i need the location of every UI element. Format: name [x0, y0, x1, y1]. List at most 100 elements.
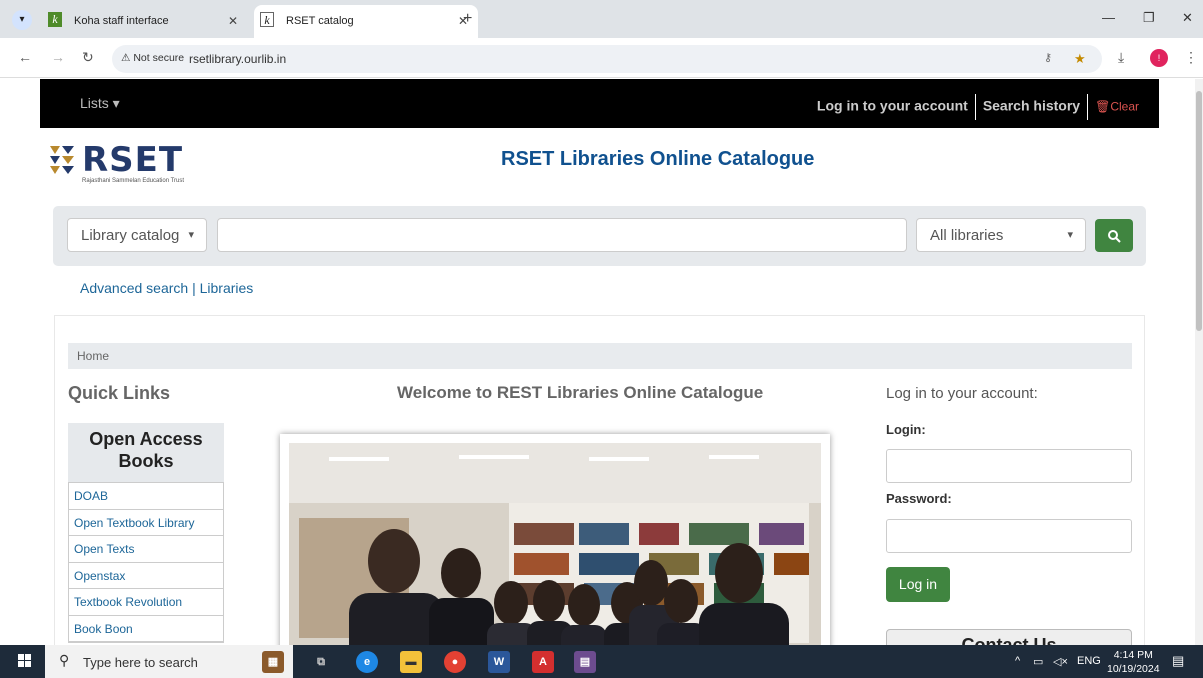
open-access-books-title: Open Access Books [68, 423, 224, 483]
restore-icon[interactable]: ❐ [1143, 10, 1155, 26]
list-item[interactable]: Book Boon [69, 616, 223, 642]
new-tab-icon[interactable]: + [463, 10, 472, 28]
password-field[interactable] [886, 519, 1132, 553]
password-label: Password: [886, 491, 952, 506]
back-icon[interactable]: ← [18, 49, 32, 65]
scrollbar-thumb[interactable] [1196, 91, 1202, 331]
tab-koha-staff[interactable]: k Koha staff interface ✕ [42, 5, 248, 38]
welcome-title: Welcome to REST Libraries Online Catalog… [397, 383, 764, 402]
chevron-down-icon: ▾ [1067, 229, 1073, 241]
divider [974, 94, 976, 120]
bookmark-star-icon[interactable]: ★ [1074, 51, 1086, 67]
search-form: Library catalog ▾ All libraries ▾ [53, 206, 1146, 266]
search-index-value: Library catalog [81, 227, 180, 244]
site-header: RSET Rajasthani Sammelan Education Trust… [40, 128, 1159, 200]
windows-taskbar: ⚲ Type here to search ▦ ⧉ e ▬ ● W A ▤ ^ … [0, 645, 1203, 678]
language-indicator[interactable]: ENG [1077, 655, 1101, 667]
contact-us-title: Contact Us [886, 629, 1132, 645]
login-field[interactable] [886, 449, 1132, 483]
omnibox[interactable]: ⚠ Not secure rsetlibrary.ourlib.in ⚷ ★ [112, 45, 1102, 73]
word-icon[interactable]: W [488, 651, 510, 673]
winrar-icon[interactable]: ▤ [574, 651, 596, 673]
edge-browser-icon[interactable]: e [356, 651, 378, 673]
page-scrollbar[interactable] [1195, 79, 1203, 645]
library-students-photo [289, 443, 821, 645]
forward-icon[interactable]: → [51, 49, 65, 65]
trash-icon: 🗑 [1095, 99, 1111, 114]
login-button[interactable]: Log in [886, 567, 950, 602]
volume-muted-icon[interactable]: ◁× [1053, 655, 1068, 668]
download-icon[interactable]: ⤓ [1118, 49, 1124, 66]
login-link[interactable]: Log in to your account [817, 98, 968, 114]
windows-start-icon[interactable] [18, 654, 32, 668]
page-viewport: Lists ▾ Log in to your account Search his… [0, 79, 1195, 645]
list-item[interactable]: Openstax [69, 563, 223, 589]
browser-tab-strip: ▾ k Koha staff interface ✕ k RSET catalo… [0, 0, 1203, 38]
rset-emblem-icon [50, 146, 74, 174]
search-index-select[interactable]: Library catalog ▾ [67, 218, 207, 252]
lists-menu[interactable]: Lists ▾ [80, 95, 120, 112]
tab-search-button[interactable]: ▾ [12, 10, 32, 30]
list-item[interactable]: Open Textbook Library [69, 510, 223, 536]
rset-logo[interactable]: RSET Rajasthani Sammelan Education Trust [48, 140, 198, 188]
login-title: Log in to your account: [886, 385, 1038, 402]
clock-time: 4:14 PM [1113, 649, 1153, 661]
close-tab-icon[interactable]: ✕ [228, 14, 238, 28]
tab-label: RSET catalog [286, 15, 354, 27]
library-select[interactable]: All libraries ▾ [916, 218, 1086, 252]
chrome-icon[interactable]: ● [444, 651, 466, 673]
not-secure-badge[interactable]: ⚠ Not secure [121, 52, 184, 64]
tray-overflow-icon[interactable]: ^ [1015, 655, 1020, 667]
chevron-down-icon: ▾ [188, 229, 194, 241]
koha-favicon-icon: k [48, 12, 62, 27]
library-value: All libraries [930, 227, 1004, 244]
advanced-search-link[interactable]: Advanced search [80, 280, 188, 296]
divider [1087, 94, 1089, 120]
site-title: RSET Libraries Online Catalogue [501, 148, 815, 170]
taskbar-search-placeholder: Type here to search [83, 655, 198, 670]
clear-history-link[interactable]: 🗑Clear [1095, 100, 1139, 114]
login-label: Login: [886, 422, 926, 437]
close-window-icon[interactable]: ✕ [1182, 10, 1193, 26]
search-highlight-icon[interactable]: ▦ [262, 651, 284, 673]
notification-icon[interactable]: ▤ [1172, 653, 1184, 669]
breadcrumb: Home [68, 343, 1132, 369]
system-clock[interactable]: 4:14 PM 10/19/2024 [1107, 648, 1160, 676]
not-secure-label: Not secure [133, 52, 185, 64]
search-history-link[interactable]: Search history [983, 98, 1080, 114]
clock-date: 10/19/2024 [1107, 663, 1160, 675]
link-separator: | [192, 280, 196, 296]
address-toolbar: ← → ↻ ⚠ Not secure rsetlibrary.ourlib.in… [0, 38, 1203, 78]
reload-icon[interactable]: ↻ [82, 49, 94, 66]
list-item[interactable]: Open Texts [69, 536, 223, 563]
list-item[interactable]: Textbook Revolution [69, 589, 223, 616]
minimize-icon[interactable]: — [1102, 10, 1115, 25]
top-navbar: Lists ▾ Log in to your account Search his… [40, 79, 1159, 128]
tab-rset-catalog[interactable]: k RSET catalog ✕ [254, 5, 478, 38]
acrobat-icon[interactable]: A [532, 651, 554, 673]
file-explorer-icon[interactable]: ▬ [400, 651, 422, 673]
url-text[interactable]: rsetlibrary.ourlib.in [189, 52, 286, 66]
tab-label: Koha staff interface [74, 15, 169, 27]
user-links: Log in to your account Search history 🗑Cle… [817, 94, 1139, 120]
libraries-link[interactable]: Libraries [200, 280, 254, 296]
library-photo-frame [280, 434, 830, 645]
breadcrumb-home-link[interactable]: Home [77, 349, 109, 363]
quick-links-title: Quick Links [68, 383, 171, 403]
password-key-icon[interactable]: ⚷ [1044, 51, 1052, 64]
library-photo-image [289, 443, 821, 645]
koha-favicon-icon: k [260, 12, 274, 27]
task-view-icon[interactable]: ⧉ [310, 651, 332, 673]
profile-avatar[interactable]: ! [1150, 49, 1168, 67]
lists-label: Lists [80, 95, 109, 111]
search-icon [1108, 230, 1121, 243]
more-searches: Advanced search | Libraries [80, 280, 253, 296]
list-item[interactable]: DOAB [69, 483, 223, 510]
clear-label: Clear [1110, 99, 1139, 114]
search-icon: ⚲ [59, 652, 70, 668]
taskbar-search[interactable]: ⚲ Type here to search [45, 645, 293, 678]
network-icon[interactable]: ▭ [1033, 655, 1043, 668]
search-query-input[interactable] [217, 218, 907, 252]
browser-menu-icon[interactable]: ⋮ [1184, 49, 1198, 66]
search-button[interactable] [1095, 219, 1133, 252]
